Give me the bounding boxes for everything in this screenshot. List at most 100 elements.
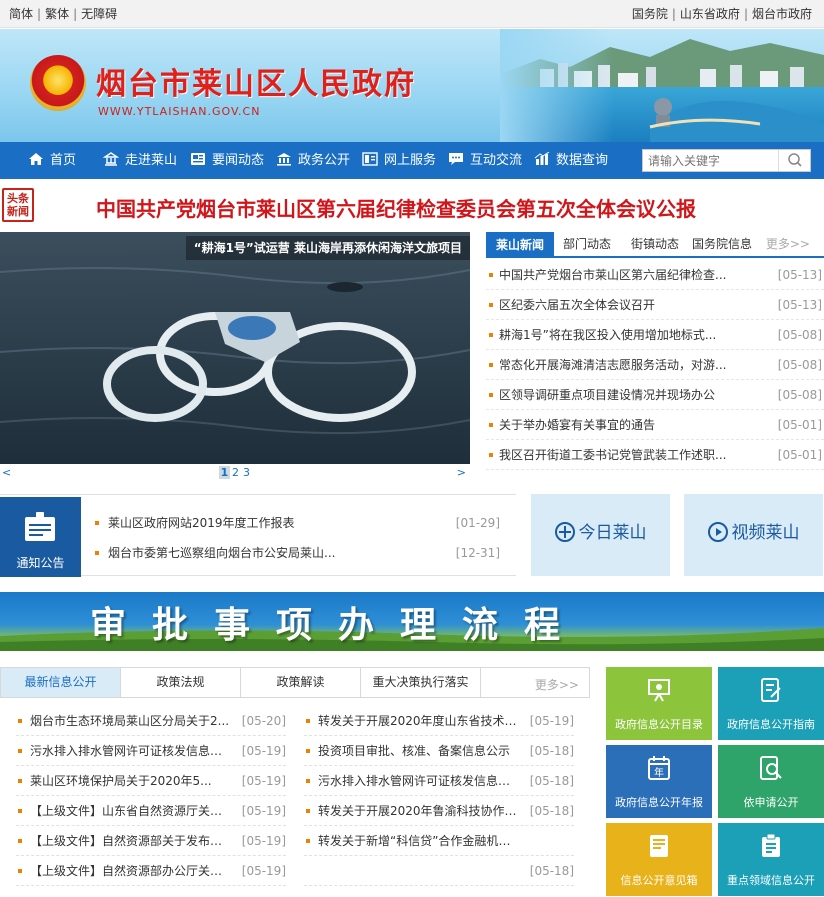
slider-page-2[interactable]: 2 [230,466,241,479]
info-list-item[interactable]: 投资项目审批、核准、备案信息公示 [05-18] [304,736,574,766]
info-list-item[interactable]: 转发关于开展2020年度山东省技术市... [05-19] [304,706,574,736]
accessibility-link[interactable]: 无障碍 [81,7,117,21]
nav-gov-affairs[interactable]: 政务公开 [276,142,350,179]
slider-next-button[interactable]: > [457,466,466,479]
top-bar: 简体 | 繁体 | 无障碍 国务院 | 山东省政府 | 烟台市政府 [0,0,824,28]
slider-prev-button[interactable]: < [2,466,11,479]
service-icon [362,144,378,166]
list-item-title: 转发关于新增“科信贷”合作金融机构的... [318,834,520,848]
list-bullet [489,393,493,397]
nav-online-service[interactable]: 网上服务 [362,142,436,179]
info-list-item[interactable]: [05-18] [304,856,574,886]
list-bullet [489,423,493,427]
list-item-date: [05-01] [777,448,822,462]
list-item-date: [05-18] [529,774,574,788]
list-item-date: [05-19] [529,714,574,728]
news-list: 中国共产党烟台市莱山区第六届纪律检查... [05-13] 区纪委六届五次全体会议召… [486,260,824,470]
approval-process-banner[interactable]: 审批事项办理流程 [0,592,824,651]
traditional-chinese-link[interactable]: 繁体 [45,7,69,21]
headline-link[interactable]: 中国共产党烟台市莱山区第六届纪律检查委员会第五次全体会议公报 [96,193,696,222]
tile-key-areas[interactable]: 重点领域信息公开 [718,823,824,896]
shandong-gov-link[interactable]: 山东省政府 [680,7,740,21]
notice-item[interactable]: 莱山区政府网站2019年度工作报表 [01-29] [95,513,505,533]
play-icon [707,522,728,542]
news-list-item[interactable]: 常态化开展海滩清洁志愿服务活动，对游... [05-08] [486,350,824,380]
slider-image [0,232,470,464]
list-item-date: [05-19] [241,744,286,758]
search-button[interactable] [778,150,810,171]
info-list-item[interactable]: 【上级文件】自然资源部关于发布《... [05-19] [16,826,286,856]
tile-apply-disclosure[interactable]: 依申请公开 [718,745,824,818]
slider-page-3[interactable]: 3 [241,466,252,479]
list-bullet [18,869,22,873]
tab-latest-disclosure[interactable]: 最新信息公开 [1,668,121,697]
video-laishan-button[interactable]: 视频莱山 [684,494,823,576]
info-list-item[interactable]: 【上级文件】山东省自然资源厅关于... [05-19] [16,796,286,826]
site-search [642,149,811,172]
list-bullet [306,749,310,753]
list-bullet [18,779,22,783]
tab-street-news[interactable]: 街镇动态 [631,235,679,252]
notice-icon-block[interactable]: 通知公告 [0,497,81,577]
info-more-link[interactable]: 更多>> [535,676,579,693]
news-more-link[interactable]: 更多>> [766,235,810,252]
presentation-icon [648,679,670,702]
tile-feedback-box[interactable]: 信息公开意见箱 [606,823,712,896]
tab-policy-interpretation[interactable]: 政策解读 [241,668,361,697]
list-bullet [306,839,310,843]
list-item-title: 污水排入排水管网许可证核发信息公示 [318,774,520,788]
tile-disclosure-catalog[interactable]: 政府信息公开目录 [606,667,712,740]
slider-page-numbers: 123 [219,466,252,479]
list-item-date: [05-19] [241,774,286,788]
news-list-item[interactable]: 耕海1号”将在我区投入使用增加地标式... [05-08] [486,320,824,350]
news-list-item[interactable]: 我区召开街道工委书记党管武装工作述职... [05-01] [486,440,824,470]
list-item-title: 中国共产党烟台市莱山区第六届纪律检查... [499,268,727,282]
simplified-chinese-link[interactable]: 简体 [9,7,33,21]
nav-home[interactable]: 首页 [28,142,76,179]
yantai-gov-link[interactable]: 烟台市政府 [752,7,812,21]
tab-state-council-info[interactable]: 国务院信息 [692,235,752,252]
notice-item[interactable]: 烟台市委第七巡察组向烟台市公安局莱山... [12-31] [95,543,505,563]
info-list-item[interactable]: 污水排入排水管网许可证核发信息公示 [05-18] [304,766,574,796]
state-council-link[interactable]: 国务院 [632,7,668,21]
tab-department-news[interactable]: 部门动态 [563,235,611,252]
today-laishan-button[interactable]: 今日莱山 [531,494,670,576]
tab-major-decisions[interactable]: 重大决策执行落实 [361,668,481,697]
list-item-date: [05-19] [241,864,286,878]
news-icon [190,144,206,165]
headline-bar: 头条新闻 中国共产党烟台市莱山区第六届纪律检查委员会第五次全体会议公报 [0,180,824,230]
tab-policies-regulations[interactable]: 政策法规 [121,668,241,697]
info-list-item[interactable]: 污水排入排水管网许可证核发信息公... [05-19] [16,736,286,766]
list-item-title: 转发关于开展2020年度山东省技术市... [318,714,520,728]
language-links: 简体 | 繁体 | 无障碍 [9,7,118,21]
list-item-title: 我区召开街道工委书记党管武装工作述职... [499,448,727,462]
news-list-item[interactable]: 关于举办婚宴有关事宜的通告 [05-01] [486,410,824,440]
external-gov-links: 国务院 | 山东省政府 | 烟台市政府 [631,7,812,21]
slider-page-1[interactable]: 1 [219,466,230,479]
news-slider[interactable]: “耕海1号”试运营 莱山海岸再添休闲海洋文旅项目 [0,232,470,464]
tile-disclosure-guide[interactable]: 政府信息公开指南 [718,667,824,740]
news-list-item[interactable]: 区领导调研重点项目建设情况并现场办公 [05-08] [486,380,824,410]
info-list-item[interactable]: 转发关于新增“科信贷”合作金融机构的... [304,826,574,856]
info-list-item[interactable]: 莱山区环境保护局关于2020年5... [05-19] [16,766,286,796]
approval-banner-text: 审批事项办理流程 [90,604,587,646]
list-item-date: [05-08] [777,328,822,342]
clipboard-icon [762,833,780,857]
info-list-item[interactable]: 转发关于开展2020年鲁渝科技协作计... [05-18] [304,796,574,826]
tab-laishan-news[interactable]: 莱山新闻 [486,232,555,258]
info-list-item[interactable]: 【上级文件】自然资源部办公厅关于... [05-19] [16,856,286,886]
nav-interaction[interactable]: 互动交流 [448,142,522,179]
nav-news[interactable]: 要闻动态 [190,142,264,179]
info-list-right: 转发关于开展2020年度山东省技术市... [05-19] 投资项目审批、核准、备案… [304,706,574,886]
home-icon [28,144,44,165]
news-list-item[interactable]: 区纪委六届五次全体会议召开 [05-13] [486,290,824,320]
list-item-title: 常态化开展海滩清洁志愿服务活动，对游... [499,358,727,372]
news-list-item[interactable]: 中国共产党烟台市莱山区第六届纪律检查... [05-13] [486,260,824,290]
nav-data-query[interactable]: 数据查询 [534,142,608,179]
list-bullet [306,809,310,813]
search-input[interactable] [643,150,779,171]
info-list-item[interactable]: 烟台市生态环境局莱山区分局关于2... [05-20] [16,706,286,736]
list-item-title: 【上级文件】山东省自然资源厅关于... [30,804,232,818]
nav-about-laishan[interactable]: 走进莱山 [102,142,177,179]
tile-annual-report[interactable]: 年 政府信息公开年报 [606,745,712,818]
